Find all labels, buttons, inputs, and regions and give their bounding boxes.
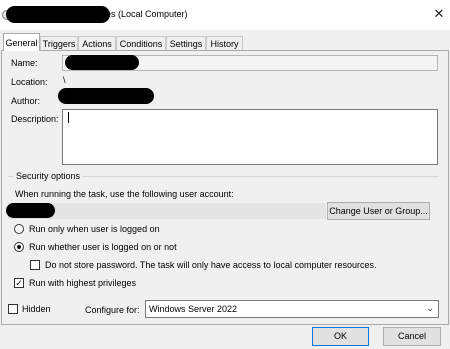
change-user-button[interactable]: Change User or Group...	[327, 202, 430, 220]
tab-history[interactable]: History	[206, 36, 243, 50]
configure-for-select[interactable]: Windows Server 2022 ⌄	[145, 300, 439, 318]
account-prompt: When running the task, use the following…	[15, 189, 234, 199]
hidden-checkbox[interactable]	[8, 304, 18, 314]
description-label: Description:	[11, 114, 59, 124]
tab-general[interactable]: General	[3, 33, 40, 51]
run-logged-on-radio[interactable]	[14, 224, 24, 234]
tab-settings[interactable]: Settings	[166, 36, 206, 50]
tab-conditions[interactable]: Conditions	[116, 36, 166, 50]
configure-for-label: Configure for:	[85, 305, 140, 315]
location-value: \	[63, 75, 66, 85]
ok-button[interactable]: OK	[312, 327, 369, 346]
configure-for-value: Windows Server 2022	[149, 304, 238, 314]
run-whether-label[interactable]: Run whether user is logged on or not	[29, 242, 177, 252]
run-logged-on-label[interactable]: Run only when user is logged on	[29, 224, 160, 234]
close-icon[interactable]: ✕	[429, 4, 449, 24]
redacted-name-value	[65, 55, 139, 70]
hidden-label[interactable]: Hidden	[22, 304, 51, 314]
highest-privileges-label[interactable]: Run with highest privileges	[29, 278, 136, 288]
tab-actions[interactable]: Actions	[78, 36, 116, 50]
text-caret	[68, 112, 69, 123]
run-whether-radio[interactable]	[14, 242, 24, 252]
redacted-author-value	[58, 88, 154, 104]
cancel-button[interactable]: Cancel	[383, 327, 441, 346]
author-label: Author:	[11, 96, 41, 106]
window-title: es (Local Computer)	[106, 9, 188, 19]
no-store-password-label[interactable]: Do not store password. The task will onl…	[45, 260, 376, 270]
chevron-down-icon: ⌄	[426, 303, 434, 313]
name-label: Name:	[11, 58, 38, 68]
user-account-field	[8, 203, 326, 219]
redacted-task-name	[6, 6, 110, 23]
no-store-password-checkbox[interactable]	[30, 260, 40, 270]
check-mark-icon: ✓	[15, 278, 23, 288]
description-field[interactable]	[62, 109, 438, 165]
tab-triggers[interactable]: Triggers	[40, 36, 78, 50]
highest-privileges-checkbox[interactable]: ✓	[14, 278, 24, 288]
security-options-legend: Security options	[14, 171, 83, 181]
location-label: Location:	[11, 77, 48, 87]
redacted-user-account	[6, 203, 55, 218]
